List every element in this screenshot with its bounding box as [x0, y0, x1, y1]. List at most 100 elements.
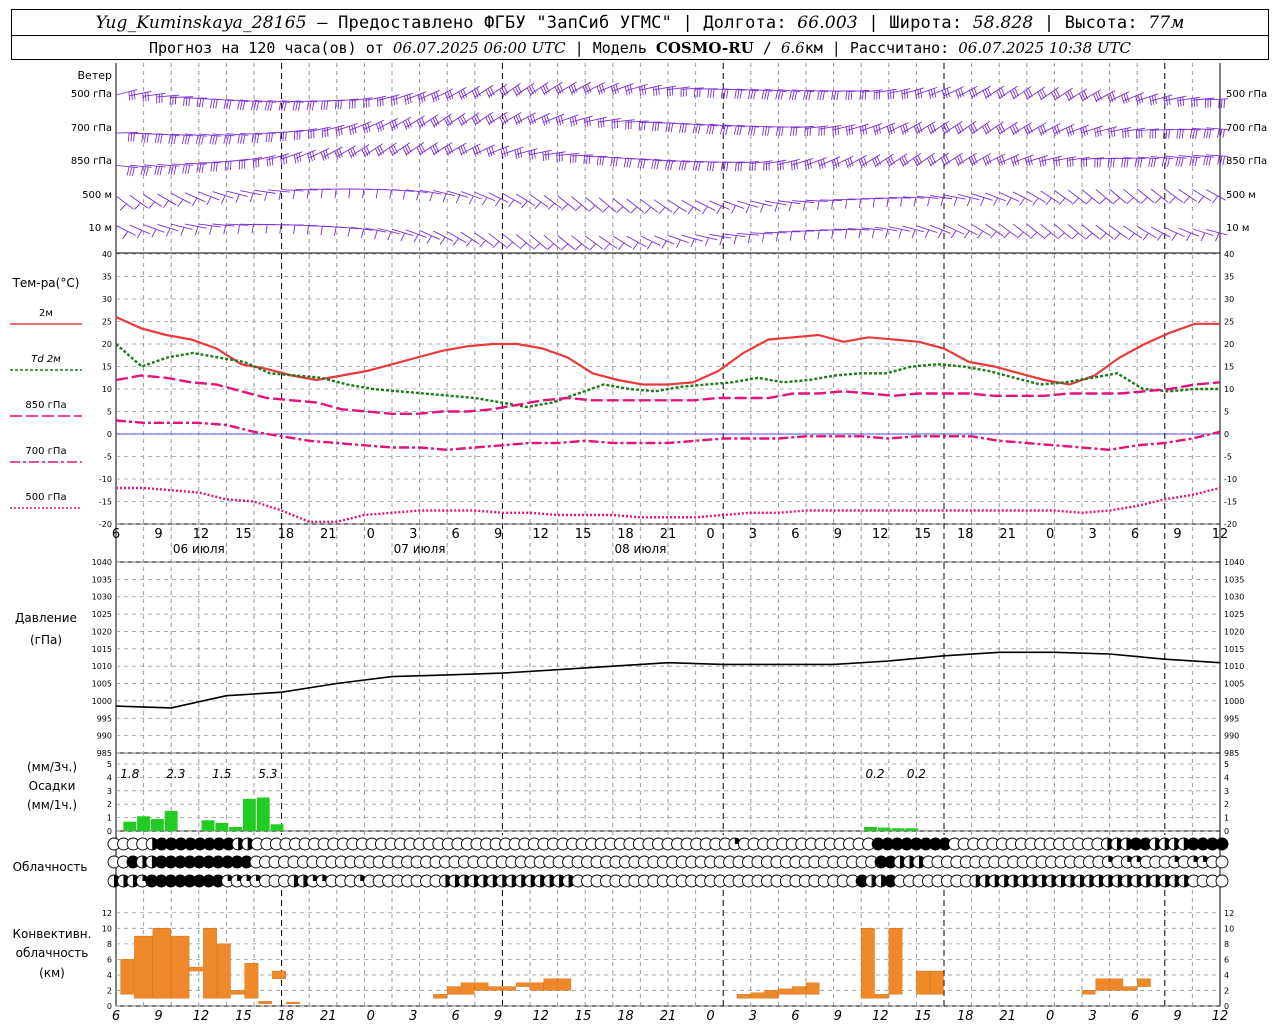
wind-barb-feather	[382, 96, 384, 106]
wind-barb-feather	[1216, 128, 1220, 138]
wind-barb-feather	[629, 158, 632, 168]
wind-barb-feather	[1175, 157, 1179, 167]
wind-barb-feather	[673, 206, 680, 215]
wind-barb-feather	[1126, 197, 1134, 204]
wind-barb-feather	[295, 101, 298, 111]
wind-barb-feather	[712, 162, 715, 172]
wind-barb-feather	[1165, 96, 1168, 106]
hour-tick-label: 21	[320, 1009, 337, 1024]
wind-barb-feather	[1161, 157, 1165, 167]
wind-barb-feather	[394, 119, 399, 129]
wind-barb-feather	[1070, 125, 1075, 135]
wind-barb-feather	[1121, 158, 1124, 168]
wind-barb-feather	[1058, 197, 1066, 205]
temp-tick-label: 0	[1224, 430, 1229, 439]
conv-cloud-bar	[861, 928, 875, 999]
wind-barb-feather	[213, 162, 216, 172]
wind-barb-feather	[790, 161, 793, 171]
wind-barb	[1109, 188, 1127, 204]
wind-barb-feather	[1055, 157, 1058, 167]
wind-barb-feather	[586, 117, 589, 127]
wind-barb-feather	[574, 204, 582, 212]
wind-barb-feather	[1043, 156, 1047, 166]
wind-barb-feather	[966, 197, 972, 207]
pressure-tick-label: 1015	[1224, 645, 1244, 654]
wind-barb-feather	[641, 85, 644, 96]
wind-barb-feather	[242, 101, 246, 111]
wind-barb-feather	[131, 167, 135, 177]
wind-barb-feather	[794, 91, 798, 101]
wind-barb-feather	[582, 86, 587, 95]
wind-barb-feather	[1054, 126, 1059, 136]
wind-barb-feather	[927, 197, 930, 207]
precip-title: Осадки	[29, 779, 76, 793]
hour-tick-label: 3	[749, 527, 757, 542]
conv-cloud-bar	[433, 994, 447, 999]
conv-cloud-bar	[805, 982, 820, 995]
wind-level-label: 10 м	[89, 223, 112, 234]
wind-barb-feather	[575, 243, 583, 251]
wind-barb-feather	[1032, 197, 1039, 206]
wind-barb	[309, 148, 330, 159]
pressure-tick-label: 1010	[92, 662, 112, 671]
wind-barb-feather	[652, 87, 655, 97]
conv-cloud-bar	[134, 935, 153, 999]
precip-sum-label: 1.8	[120, 767, 139, 781]
wind-barb-feather	[684, 123, 687, 133]
hour-tick-label: 18	[617, 527, 634, 542]
precip-sum-label: 2.3	[166, 767, 185, 781]
wind-level-label: 500 м	[1226, 190, 1256, 201]
wind-barb-feather	[850, 90, 853, 100]
precip-bar	[164, 810, 178, 831]
wind-barb	[640, 198, 659, 213]
wind-barb-feather	[374, 230, 378, 240]
wind-barb-feather	[201, 98, 204, 108]
wind-barb-feather	[849, 157, 854, 167]
wind-barb-feather	[1195, 129, 1198, 139]
temp-tick-label: 30	[102, 295, 112, 304]
wind-barb-feather	[165, 228, 171, 237]
precip-tick-label: 2	[1224, 800, 1229, 809]
wind-barb-feather	[670, 123, 674, 133]
wind-barb-feather	[1128, 232, 1135, 241]
wind-barb-feather	[643, 85, 647, 95]
conv-cloud-bar	[460, 982, 475, 995]
wind-barb-feather	[656, 160, 660, 170]
wind-barb-feather	[320, 189, 323, 199]
wind-barb-feather	[1099, 232, 1107, 240]
wind-barb-feather	[306, 225, 310, 235]
wind-barb-feather	[134, 202, 141, 210]
wind-barb-feather	[1140, 197, 1148, 204]
conv-cloud-bar	[557, 978, 572, 991]
cloud-cover-symbol	[1215, 837, 1229, 851]
wind-barb-feather	[505, 241, 514, 249]
wind-barb-feather	[160, 134, 163, 144]
pressure-tick-label: 1025	[92, 610, 112, 619]
wind-barb-feather	[851, 125, 853, 135]
wind-barb	[405, 91, 427, 101]
date-label: 08 июля	[614, 542, 666, 556]
wind-barb-feather	[311, 101, 315, 111]
precip-bar	[201, 820, 215, 831]
wind-barb-feather	[750, 90, 754, 100]
wind-barb-feather	[184, 135, 188, 145]
wind-barb-feather	[242, 134, 246, 144]
temp-tick-label: -10	[1224, 475, 1237, 484]
wind-barb-feather	[1137, 158, 1140, 168]
conv-tick-label: 10	[102, 924, 112, 933]
wind-barb	[1067, 224, 1086, 239]
wind-barb-feather	[409, 94, 412, 104]
wind-barb-feather	[267, 101, 271, 111]
wind-barb-feather	[731, 205, 737, 214]
wind-barb-feather	[831, 200, 834, 210]
wind-barb-feather	[182, 164, 185, 174]
wind-barb-feather	[720, 89, 724, 99]
wind-barb	[460, 191, 482, 200]
wind-barb-feather	[1192, 129, 1195, 139]
hour-tick-label: 0	[1046, 527, 1054, 542]
wind-barb-feather	[1208, 156, 1212, 166]
wind-barb-feather	[695, 161, 699, 171]
conv-cloud-bar	[258, 1001, 273, 1004]
wind-barb-feather	[215, 162, 218, 172]
pressure-tick-label: 995	[97, 714, 112, 723]
